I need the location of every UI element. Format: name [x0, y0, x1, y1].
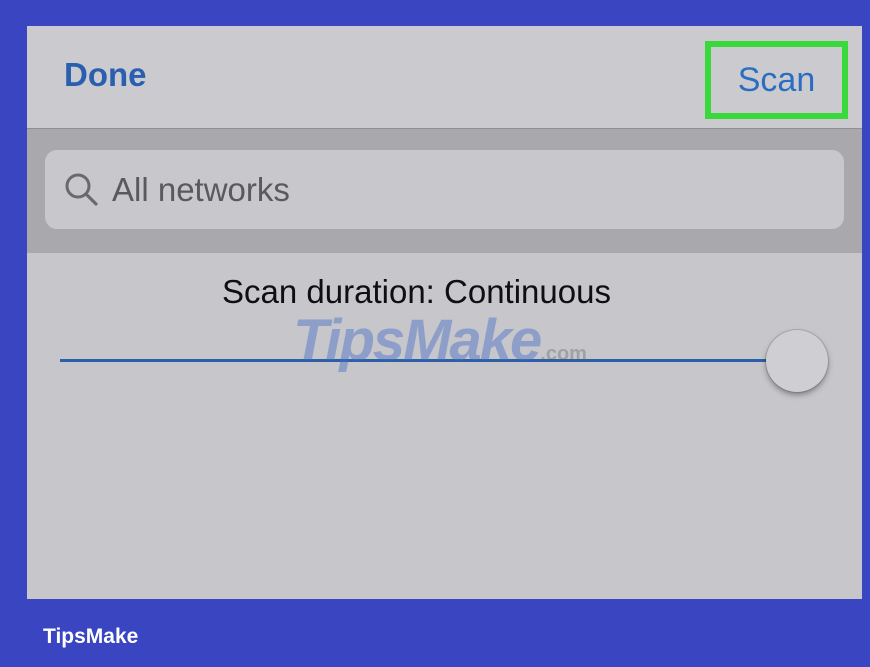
navigation-bar: Done Scan — [27, 26, 862, 129]
phone-screen: Done Scan Scan duration: Continuous Tips… — [27, 26, 862, 599]
scan-duration-label: Scan duration: Continuous — [222, 273, 611, 310]
scan-duration-slider-thumb[interactable] — [766, 330, 828, 392]
search-area — [27, 129, 862, 253]
search-box[interactable] — [45, 150, 844, 229]
watermark-text: TipsMake — [293, 308, 542, 373]
scan-duration-slider-track[interactable] — [60, 359, 800, 362]
scan-button[interactable]: Scan — [711, 47, 842, 113]
search-input[interactable] — [112, 170, 812, 209]
done-button[interactable]: Done — [64, 56, 147, 94]
scan-button-highlight[interactable]: Scan — [705, 41, 848, 119]
search-icon — [65, 173, 98, 206]
footer-brand: TipsMake — [43, 625, 139, 648]
scan-settings: Scan duration: Continuous TipsMake.com — [27, 253, 862, 599]
watermark: TipsMake.com — [293, 307, 587, 374]
